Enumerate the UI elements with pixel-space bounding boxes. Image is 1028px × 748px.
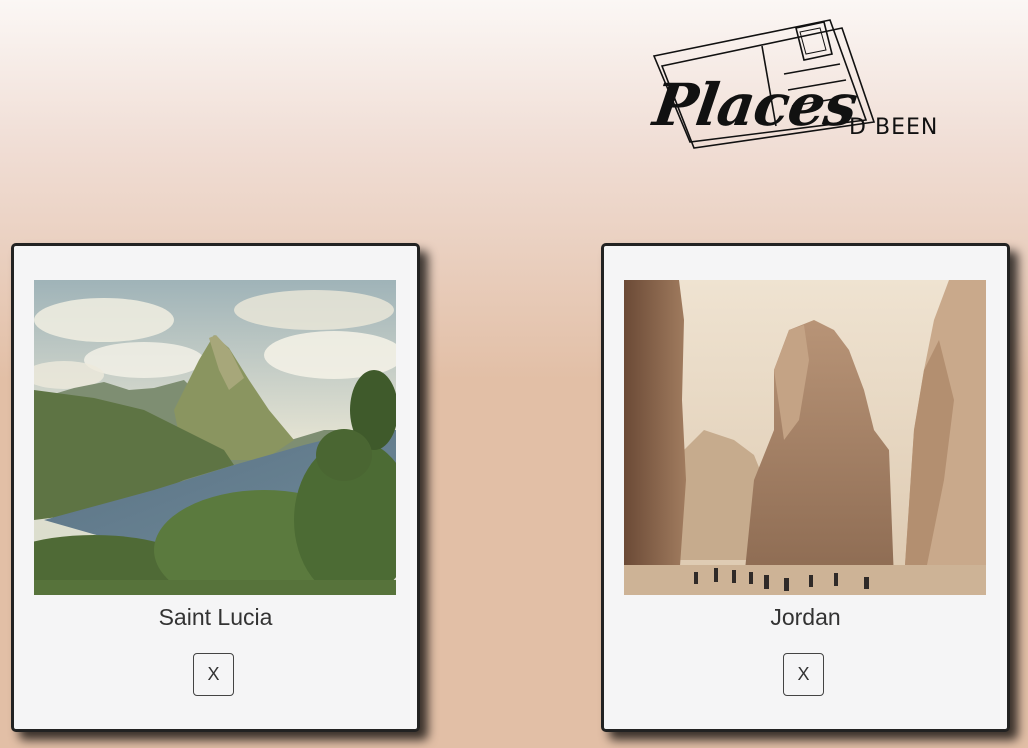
logo-title: Places [649, 71, 861, 139]
remove-place-button[interactable]: X [783, 653, 824, 696]
place-name: Saint Lucia [158, 604, 273, 630]
pitons-mountain-landscape-photo [34, 280, 396, 595]
place-photo [624, 280, 986, 595]
place-photo [34, 280, 396, 595]
place-name: Jordan [770, 604, 841, 630]
place-card: Saint Lucia X [11, 243, 420, 732]
place-card: Jordan X [601, 243, 1010, 732]
logo-subtitle: 'D BEEN [842, 115, 939, 140]
places-ive-been-logo: Places 'D BEEN [648, 14, 968, 154]
remove-place-button[interactable]: X [193, 653, 234, 696]
petra-canyon-cliffs-photo [624, 280, 986, 595]
